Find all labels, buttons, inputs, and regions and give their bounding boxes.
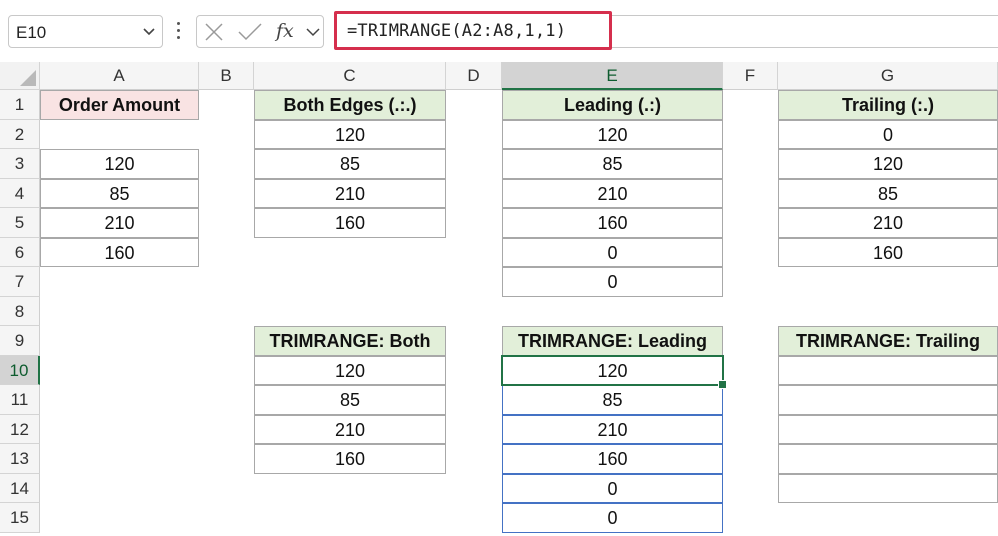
name-box-value: E10 (16, 23, 47, 42)
cell-e2[interactable]: 120 (502, 119, 723, 149)
column-header-b[interactable]: B (199, 62, 254, 90)
name-box[interactable]: E10 (8, 15, 163, 48)
row-header-12[interactable]: 12 (0, 414, 40, 444)
cell-g3[interactable]: 120 (778, 149, 998, 179)
cell-g6[interactable]: 160 (778, 237, 998, 267)
row-header-7[interactable]: 7 (0, 267, 40, 297)
cancel-icon[interactable] (205, 23, 223, 41)
formula-text: =TRIMRANGE(A2:A8,1,1) (347, 21, 567, 41)
row-header-9[interactable]: 9 (0, 326, 40, 356)
cell-c3[interactable]: 85 (254, 149, 446, 179)
cell-g13[interactable] (778, 444, 998, 474)
active-cell-outline (501, 354, 724, 386)
column-header-e[interactable]: E (502, 62, 723, 90)
cell-e5[interactable]: 160 (502, 208, 723, 238)
fill-handle[interactable] (718, 380, 727, 389)
cell-c11[interactable]: 85 (254, 385, 446, 415)
cell-g5[interactable]: 210 (778, 208, 998, 238)
formula-toolbar: E10 fx =TRIMRANGE(A2:A8,1,1) (0, 0, 998, 62)
cell-e4[interactable]: 210 (502, 178, 723, 208)
cell-e1[interactable]: Leading (.:) (502, 90, 723, 120)
cell-a4[interactable]: 85 (40, 178, 199, 208)
insert-function-icon[interactable]: fx (276, 20, 294, 42)
select-all-button[interactable] (0, 62, 40, 90)
cell-e15[interactable]: 0 (502, 503, 723, 533)
column-header-g[interactable]: G (778, 62, 998, 90)
cell-c13[interactable]: 160 (254, 444, 446, 474)
cell-c2[interactable]: 120 (254, 119, 446, 149)
row-header-5[interactable]: 5 (0, 208, 40, 238)
cell-a6[interactable]: 160 (40, 237, 199, 267)
cell-g14[interactable] (778, 473, 998, 503)
cell-e12[interactable]: 210 (502, 414, 723, 444)
row-header-14[interactable]: 14 (0, 473, 40, 503)
cell-g9[interactable]: TRIMRANGE: Trailing (778, 326, 998, 356)
row-header-3[interactable]: 3 (0, 149, 40, 179)
cell-c5[interactable]: 160 (254, 208, 446, 238)
column-header-c[interactable]: C (254, 62, 446, 90)
chevron-down-icon[interactable] (306, 28, 320, 37)
row-header-11[interactable]: 11 (0, 385, 40, 415)
row-header-6[interactable]: 6 (0, 237, 40, 267)
cell-c10[interactable]: 120 (254, 355, 446, 385)
cell-a5[interactable]: 210 (40, 208, 199, 238)
cell-g10[interactable] (778, 355, 998, 385)
row-header-4[interactable]: 4 (0, 178, 40, 208)
column-header-a[interactable]: A (40, 62, 199, 90)
column-header-f[interactable]: F (723, 62, 778, 90)
cell-e9[interactable]: TRIMRANGE: Leading (502, 326, 723, 356)
formula-input[interactable]: =TRIMRANGE(A2:A8,1,1) (334, 11, 612, 50)
cell-c12[interactable]: 210 (254, 414, 446, 444)
column-header-d[interactable]: D (446, 62, 502, 90)
row-header-1[interactable]: 1 (0, 90, 40, 120)
more-options-icon[interactable] (175, 16, 183, 46)
chevron-down-icon[interactable] (142, 22, 156, 45)
row-header-2[interactable]: 2 (0, 119, 40, 149)
row-header-8[interactable]: 8 (0, 296, 40, 326)
cell-g11[interactable] (778, 385, 998, 415)
row-header-10[interactable]: 10 (0, 355, 40, 385)
cell-a3[interactable]: 120 (40, 149, 199, 179)
enter-check-icon[interactable] (238, 23, 262, 41)
spreadsheet-grid: A B C D E F G 1 2 3 4 5 6 7 8 9 10 11 12… (0, 62, 998, 536)
row-header-13[interactable]: 13 (0, 444, 40, 474)
formula-actions: fx (196, 15, 324, 48)
cell-c4[interactable]: 210 (254, 178, 446, 208)
cell-e7[interactable]: 0 (502, 267, 723, 297)
cell-e6[interactable]: 0 (502, 237, 723, 267)
cell-e3[interactable]: 85 (502, 149, 723, 179)
cell-g12[interactable] (778, 414, 998, 444)
cell-a1[interactable]: Order Amount (40, 90, 199, 120)
cell-e14[interactable]: 0 (502, 473, 723, 503)
cell-g2[interactable]: 0 (778, 119, 998, 149)
cell-e13[interactable]: 160 (502, 444, 723, 474)
cell-c1[interactable]: Both Edges (.:.) (254, 90, 446, 120)
formula-bar-extension[interactable] (612, 15, 998, 48)
cell-e11[interactable]: 85 (502, 385, 723, 415)
cell-g4[interactable]: 85 (778, 178, 998, 208)
cell-c9[interactable]: TRIMRANGE: Both (254, 326, 446, 356)
row-header-15[interactable]: 15 (0, 503, 40, 533)
cell-g1[interactable]: Trailing (:.) (778, 90, 998, 120)
